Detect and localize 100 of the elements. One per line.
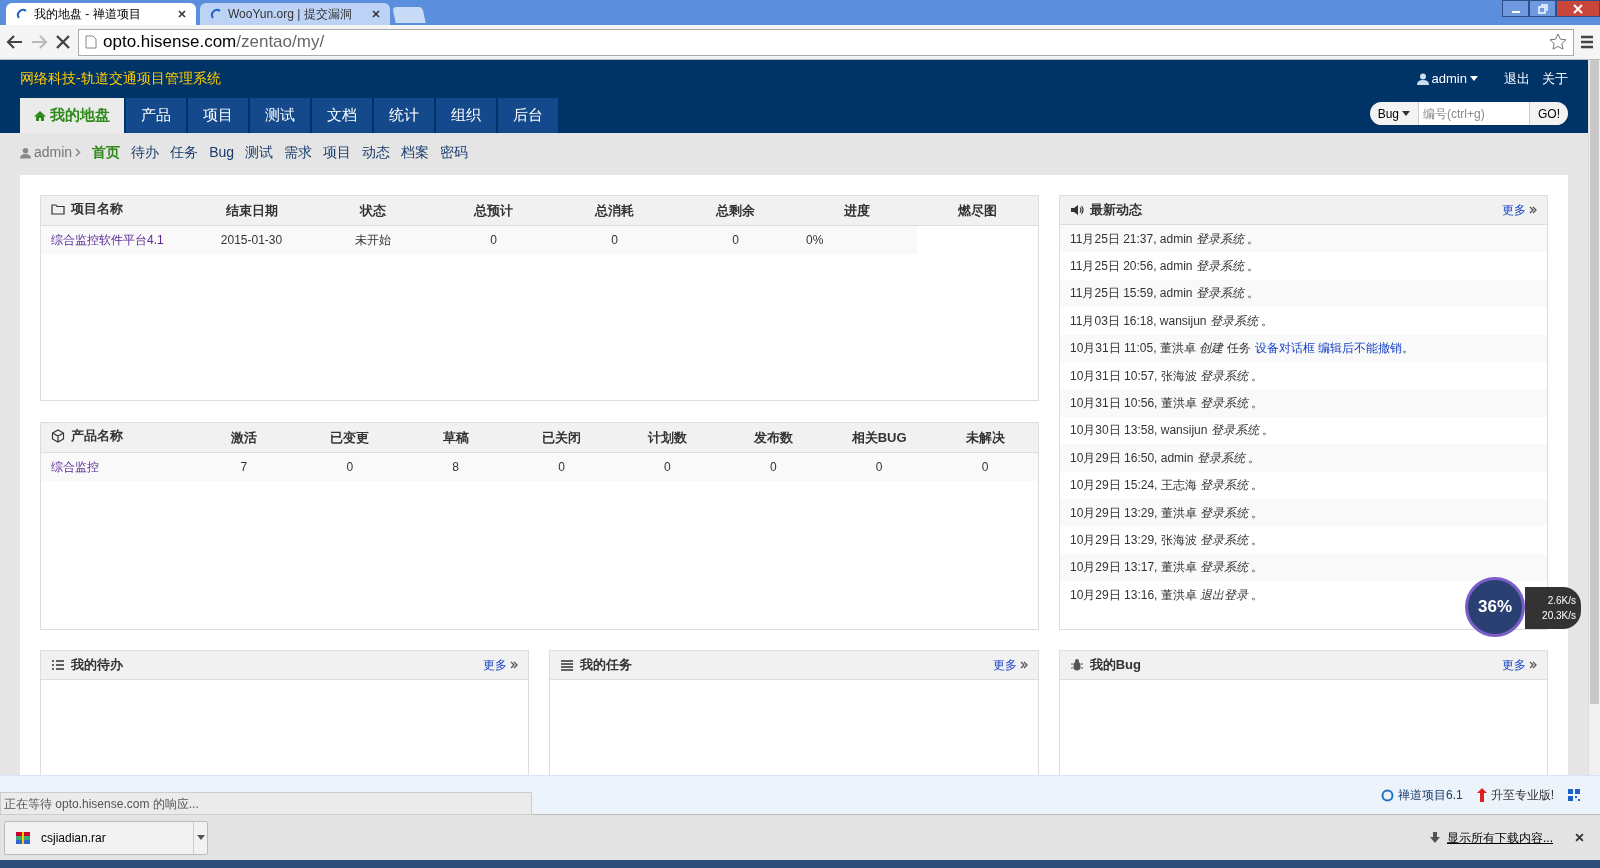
column-header: 发布数	[720, 423, 827, 452]
column-header: 相关BUG	[826, 423, 933, 452]
user-icon	[1416, 72, 1429, 85]
subnav-link[interactable]: 待办	[131, 142, 160, 163]
search-type-dropdown[interactable]: Bug	[1369, 102, 1419, 125]
column-header: 已变更	[296, 423, 403, 452]
browser-tab[interactable]: 我的地盘 - 禅道项目	[6, 3, 196, 25]
restore-button[interactable]	[1529, 0, 1556, 17]
product-link[interactable]: 综合监控	[51, 459, 99, 474]
user-menu[interactable]: admin	[1416, 68, 1478, 89]
bug-icon	[1069, 658, 1084, 672]
double-chevron-icon	[1529, 206, 1537, 214]
back-icon[interactable]	[6, 33, 24, 51]
caret-icon	[196, 835, 205, 840]
column-header: 燃尽图	[917, 196, 1038, 225]
subnav-link[interactable]: 动态	[362, 142, 391, 163]
subnav-link[interactable]: 需求	[284, 142, 313, 163]
dropdown-button[interactable]	[193, 821, 207, 854]
download-item[interactable]: csjiadian.rar	[4, 820, 208, 855]
activity-item: 10月29日 13:29, 董洪卓 登录系统 。	[1060, 498, 1547, 527]
upgrade-link[interactable]: 升至专业版!	[1476, 786, 1554, 804]
nav-tab[interactable]: 产品	[126, 98, 186, 133]
browser-tab[interactable]: WooYun.org | 提交漏洞	[200, 3, 390, 25]
user-name: admin	[1431, 69, 1467, 88]
column-header: 草稿	[402, 423, 509, 452]
table-cell: 7	[191, 452, 297, 481]
table-cell: 0	[826, 452, 933, 481]
menu-icon[interactable]	[1580, 35, 1594, 49]
column-header: 状态	[312, 196, 433, 225]
page-icon	[85, 35, 97, 49]
table-cell: 2015-01-30	[191, 225, 312, 254]
qr-code-icon[interactable]	[1568, 789, 1580, 801]
close-icon[interactable]	[1575, 833, 1584, 842]
show-all-downloads-link[interactable]: 显示所有下载内容...	[1447, 828, 1553, 847]
archive-icon	[15, 829, 31, 846]
column-header: 进度	[796, 196, 917, 225]
table-cell: 0	[296, 452, 403, 481]
home-icon	[34, 109, 46, 122]
up-arrow-icon	[1476, 788, 1487, 802]
stop-icon[interactable]	[54, 33, 72, 51]
folder-icon	[51, 201, 65, 216]
more-link[interactable]: 更多	[483, 656, 508, 674]
restore-icon	[1537, 3, 1548, 14]
header-link[interactable]: 关于	[1542, 68, 1568, 89]
nav-tab[interactable]: 组织	[436, 98, 496, 133]
column-header: 结束日期	[191, 196, 312, 225]
column-header: 总预计	[433, 196, 554, 225]
activity-item: 10月31日 10:56, 董洪卓 登录系统 。	[1060, 389, 1547, 417]
panel-title: 最新动态	[1090, 201, 1143, 220]
nav-tab[interactable]: 测试	[250, 98, 310, 133]
upload-speed: 2.6K/s	[1547, 594, 1576, 608]
subnav-link[interactable]: 档案	[401, 142, 430, 163]
close-icon[interactable]	[372, 10, 380, 18]
url-text: opto.hisense.com/zentao/my/	[103, 31, 326, 54]
more-link[interactable]: 更多	[1502, 656, 1526, 674]
address-field[interactable]: opto.hisense.com/zentao/my/	[78, 28, 1574, 56]
speaker-icon	[1070, 203, 1084, 217]
list-icon	[560, 658, 575, 672]
status-bubble: 正在等待 opto.hisense.com 的响应...	[0, 792, 532, 815]
more-link[interactable]: 更多	[1502, 201, 1526, 219]
close-button[interactable]	[1556, 0, 1600, 17]
header-link[interactable]: 退出	[1504, 68, 1530, 89]
subnav-link[interactable]: 测试	[245, 142, 274, 163]
task-link[interactable]: 设备对话框 编辑后不能撤销	[1254, 339, 1402, 358]
version-link[interactable]: 禅道项目6.1	[1380, 786, 1463, 804]
table-cell: 0	[720, 452, 827, 481]
project-link[interactable]: 综合监控软件平台4.1	[51, 232, 164, 247]
scrollbar-thumb[interactable]	[1590, 60, 1599, 704]
activity-item: 10月31日 11:05, 董洪卓 创建 任务 设备对话框 编辑后不能撤销。	[1060, 334, 1547, 362]
column-header: 总剩余	[675, 196, 796, 225]
close-icon[interactable]	[178, 10, 186, 18]
nav-tab[interactable]: 我的地盘	[20, 98, 124, 133]
caret-icon	[1402, 111, 1410, 116]
double-chevron-icon	[510, 661, 519, 669]
subnav-link[interactable]: 密码	[440, 142, 469, 163]
close-icon	[1573, 3, 1583, 14]
go-button[interactable]: GO!	[1529, 102, 1568, 125]
table-cell: 0	[675, 225, 796, 254]
subnav-link[interactable]: 任务	[170, 142, 199, 163]
subnav-link[interactable]: Bug	[209, 142, 235, 163]
minimize-button[interactable]	[1502, 0, 1529, 17]
column-header: 已关闭	[508, 423, 615, 452]
table-cell: 0	[932, 452, 1038, 481]
nav-tab[interactable]: 文档	[312, 98, 372, 133]
list-icon	[51, 658, 65, 672]
speed-meter[interactable]: 2.6K/s 20.3K/s	[1525, 587, 1581, 629]
search-field[interactable]: 编号(ctrl+g)	[1419, 102, 1529, 125]
user-icon	[20, 146, 31, 159]
panel-title: 我的任务	[580, 656, 634, 675]
nav-tab[interactable]: 项目	[188, 98, 248, 133]
tab-title: 我的地盘 - 禅道项目	[34, 6, 142, 23]
loading-icon	[16, 8, 28, 20]
ring-logo-icon	[1380, 788, 1394, 802]
subnav-link[interactable]: 项目	[323, 142, 352, 163]
nav-tab[interactable]: 后台	[498, 98, 558, 133]
star-icon[interactable]	[1549, 33, 1567, 51]
nav-tab[interactable]: 统计	[374, 98, 434, 133]
more-link[interactable]: 更多	[992, 656, 1017, 674]
column-header: 产品名称	[41, 423, 191, 452]
column-header: 总消耗	[554, 196, 675, 225]
